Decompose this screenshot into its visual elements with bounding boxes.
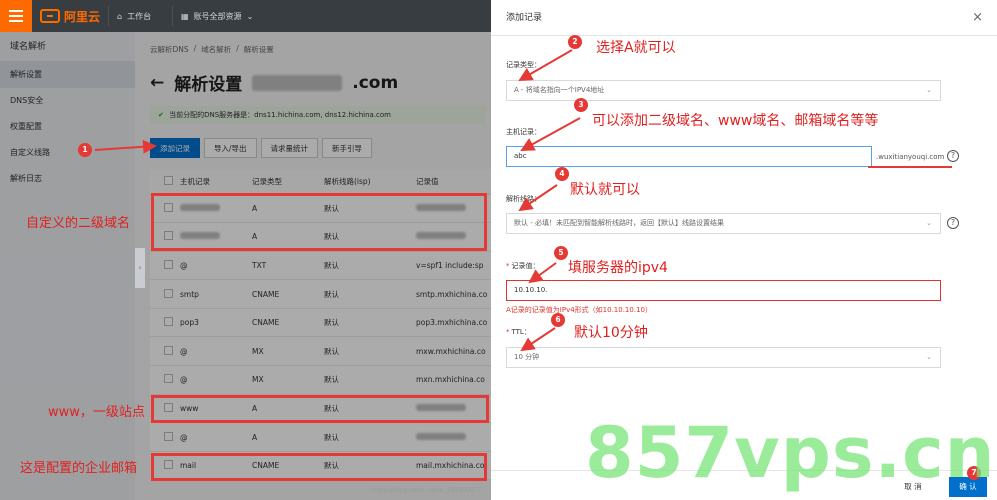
ttl-select[interactable]: 10 分钟 ⌄ <box>506 347 941 368</box>
domain-suffix-label: .wuxitianyouqi.com <box>876 153 945 161</box>
annotation-text: 默认10分钟 <box>574 325 648 341</box>
modal-overlay[interactable] <box>0 32 491 500</box>
workbench-link[interactable]: ⌂ 工作台 <box>108 6 159 26</box>
ttl-value: 10 分钟 <box>514 353 540 361</box>
annotation-text: 这是配置的企业邮箱 <box>20 461 138 476</box>
annotation-text: 默认就可以 <box>570 182 640 198</box>
chevron-down-icon: ⌄ <box>926 219 932 227</box>
annotation-badge: 5 <box>554 246 568 260</box>
resolve-line-select[interactable]: 默认 - 必填！未匹配到智能解析线路时，返回【默认】线路设置结果 ⌄ <box>506 213 941 234</box>
resolve-line-value: 默认 - 必填！未匹配到智能解析线路时，返回【默认】线路设置结果 <box>514 219 724 227</box>
annotation-box-subdomains <box>151 193 487 251</box>
brand-logo[interactable]: 阿里云 <box>40 8 100 24</box>
collapse-nav-handle[interactable]: ‹ <box>135 248 145 288</box>
record-value-label-text: 记录值： <box>511 262 540 270</box>
annotation-badge: 2 <box>568 35 582 49</box>
annotation-box-www <box>151 395 489 423</box>
annotation-badge: 6 <box>551 313 565 327</box>
host-label: 主机记录： <box>506 128 541 136</box>
record-value-label: * 记录值： <box>506 262 540 270</box>
help-icon[interactable]: ? <box>947 150 959 162</box>
host-input[interactable]: abc <box>506 146 872 167</box>
aliyun-logo-icon <box>40 9 60 23</box>
ttl-label-text: TTL： <box>511 328 531 336</box>
site-watermark: 857vps.cn <box>585 412 996 494</box>
annotation-text: 填服务器的ipv4 <box>568 260 668 276</box>
chevron-down-icon: ⌄ <box>926 353 932 361</box>
annotation-text: www，一级站点 <box>48 405 145 420</box>
line-label: 解析线路： <box>506 195 541 203</box>
record-type-label: 记录类型： <box>506 61 541 69</box>
menu-icon[interactable] <box>0 0 32 32</box>
drawer-title: 添加记录 <box>506 13 543 23</box>
ttl-label: * TTL： <box>506 328 531 336</box>
home-icon: ⌂ <box>117 11 123 21</box>
account-resources-dropdown[interactable]: ▦ 账号全部资源 ⌄ <box>172 6 261 26</box>
csdn-watermark: https://blog.csdn.net/a_43592357 <box>370 486 480 494</box>
account-resources-label: 账号全部资源 <box>193 11 242 21</box>
record-value-input[interactable]: 10.10.10. <box>506 280 941 301</box>
annotation-badge: 3 <box>574 98 588 112</box>
grid-icon: ▦ <box>181 11 189 21</box>
brand-name: 阿里云 <box>64 9 101 24</box>
annotation-box-mail <box>151 453 487 481</box>
annotation-badge: 1 <box>78 143 92 157</box>
workbench-label: 工作台 <box>127 11 152 21</box>
drawer-header: 添加记录 × <box>491 0 997 36</box>
chevron-down-icon: ⌄ <box>926 86 932 94</box>
annotation-text: 选择A就可以 <box>596 40 676 56</box>
chevron-down-icon: ⌄ <box>246 11 254 21</box>
help-icon[interactable]: ? <box>947 217 959 229</box>
record-type-value: A - 将域名指向一个IPV4地址 <box>514 86 605 94</box>
annotation-text: 自定义的二级域名 <box>26 216 131 231</box>
record-type-select[interactable]: A - 将域名指向一个IPV4地址 ⌄ <box>506 80 941 101</box>
close-icon[interactable]: × <box>972 0 983 36</box>
record-value-error: A记录的记录值为IPv4形式（如10.10.10.10） <box>506 306 652 314</box>
annotation-badge: 4 <box>555 167 569 181</box>
annotation-text: 可以添加二级域名、www域名、邮箱域名等等 <box>592 113 879 129</box>
